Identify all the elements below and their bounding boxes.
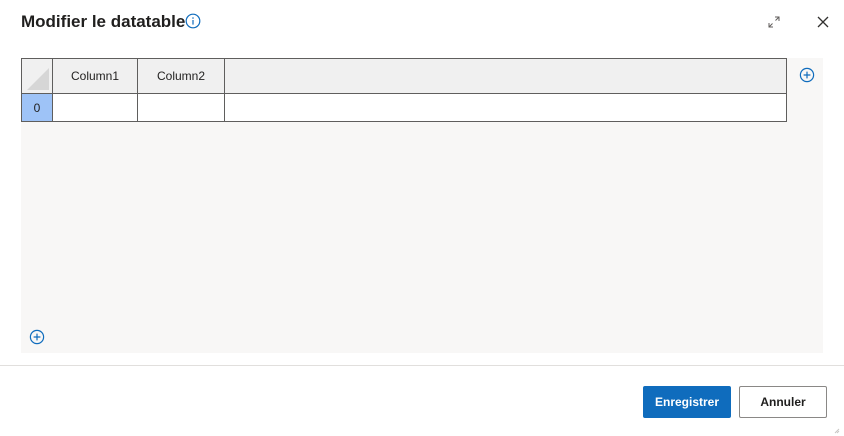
table-cell[interactable] [224,93,787,122]
table-row: 0 [21,93,787,122]
resize-grip-icon[interactable] [834,428,840,434]
header-row: Column1 Column2 [21,58,787,94]
column-header[interactable]: Column1 [52,58,138,94]
close-icon[interactable] [816,15,830,29]
datatable-grid: Column1 Column2 0 [21,58,787,122]
add-column-icon[interactable] [799,67,815,83]
select-all-triangle [27,68,49,90]
table-cell[interactable] [52,93,138,122]
cancel-button[interactable]: Annuler [739,386,827,418]
column-header-empty[interactable] [224,58,787,94]
info-icon[interactable] [185,13,201,29]
column-header[interactable]: Column2 [137,58,225,94]
dialog-title: Modifier le datatable [21,12,186,31]
edit-datatable-dialog: Modifier le datatable Column1 Column2 0 … [0,0,844,436]
save-button[interactable]: Enregistrer [643,386,731,418]
select-all-cell[interactable] [21,58,53,94]
row-index-cell[interactable]: 0 [21,93,53,122]
datatable-editor-area: Column1 Column2 0 [21,58,823,353]
table-cell[interactable] [137,93,225,122]
add-row-icon[interactable] [29,329,45,345]
footer-divider [0,365,844,366]
expand-icon[interactable] [768,16,780,28]
